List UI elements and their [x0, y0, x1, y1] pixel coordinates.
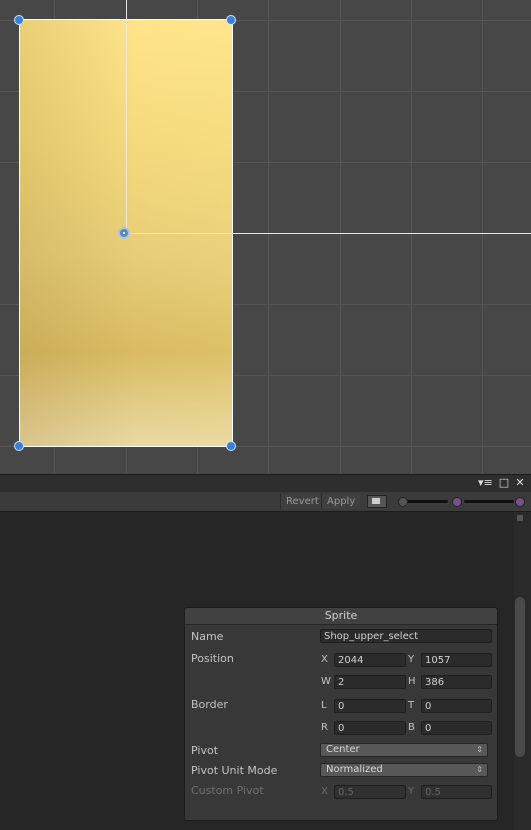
dropdown-arrows-icon: ⇕ — [476, 765, 483, 774]
border-l-field[interactable]: 0 — [334, 699, 406, 713]
resize-handle-top-right[interactable] — [226, 15, 236, 25]
border-t-field[interactable]: 0 — [421, 699, 492, 713]
custom-pivot-y-label: Y — [408, 786, 415, 797]
custom-pivot-x-label: X — [321, 786, 328, 797]
window-title-bar: ▾≡ □ ✕ — [0, 474, 531, 492]
resize-handle-bottom-right[interactable] — [226, 441, 236, 451]
dropdown-arrows-icon: ⇕ — [476, 745, 483, 754]
border-label: Border — [191, 698, 228, 711]
t-label: T — [408, 700, 415, 711]
name-field[interactable]: Shop_upper_select — [320, 629, 492, 643]
pivot-dropdown[interactable]: Center ⇕ — [320, 743, 488, 757]
h-label: H — [408, 676, 416, 687]
panel-title: Sprite — [185, 608, 497, 625]
maximize-icon[interactable]: □ — [497, 476, 511, 490]
mip-slider-knob[interactable] — [515, 497, 525, 507]
border-r-field[interactable]: 0 — [334, 721, 406, 735]
mip-icon — [452, 497, 462, 507]
grid-line — [340, 0, 341, 474]
custom-pivot-x-field: 0.5 — [334, 785, 406, 799]
h-field[interactable]: 386 — [421, 675, 492, 689]
y-label: Y — [408, 654, 415, 665]
grid-line — [482, 0, 483, 474]
r-label: R — [321, 722, 328, 733]
revert-button[interactable]: Revert — [280, 494, 324, 509]
sprite-editor-toolbar: Revert Apply — [0, 492, 531, 512]
name-label: Name — [191, 630, 224, 643]
resize-handle-top-left[interactable] — [14, 15, 24, 25]
custom-pivot-y-field: 0.5 — [421, 785, 492, 799]
custom-pivot-label: Custom Pivot — [191, 784, 264, 797]
w-label: W — [321, 676, 331, 687]
menu-dropdown-icon[interactable]: ▾≡ — [478, 476, 493, 490]
x-label: X — [321, 654, 328, 665]
grid-line — [268, 0, 269, 474]
pivot-label: Pivot — [191, 744, 219, 757]
resize-handle-bottom-left[interactable] — [14, 441, 24, 451]
y-field[interactable]: 1057 — [421, 653, 492, 667]
pivot-handle[interactable] — [118, 227, 130, 239]
zoom-slider-knob[interactable] — [398, 497, 408, 507]
pivot-value: Center — [326, 744, 360, 755]
grid-line — [0, 446, 531, 447]
scrollbar-thumb[interactable] — [515, 597, 525, 757]
rgb-alpha-toggle-icon[interactable] — [367, 495, 387, 508]
sprite-properties-panel: Sprite Name Shop_upper_select Position X… — [184, 607, 498, 821]
x-field[interactable]: 2044 — [334, 653, 406, 667]
w-field[interactable]: 2 — [334, 675, 406, 689]
apply-button[interactable]: Apply — [321, 494, 361, 509]
sprite-editor-canvas[interactable] — [0, 0, 531, 474]
pivot-unit-mode-value: Normalized — [326, 764, 383, 775]
scroll-up-arrow[interactable] — [517, 515, 523, 521]
pivot-crosshair-horizontal — [126, 233, 531, 234]
pivot-crosshair-vertical — [126, 0, 127, 233]
close-icon[interactable]: ✕ — [513, 476, 527, 490]
pivot-unit-mode-dropdown[interactable]: Normalized ⇕ — [320, 763, 488, 777]
border-b-field[interactable]: 0 — [421, 721, 492, 735]
pivot-unit-mode-label: Pivot Unit Mode — [191, 764, 278, 777]
position-label: Position — [191, 652, 234, 665]
l-label: L — [321, 700, 327, 711]
mip-slider[interactable] — [464, 500, 514, 503]
alpha-glyph — [372, 498, 380, 504]
grid-line — [411, 0, 412, 474]
b-label: B — [408, 722, 415, 733]
